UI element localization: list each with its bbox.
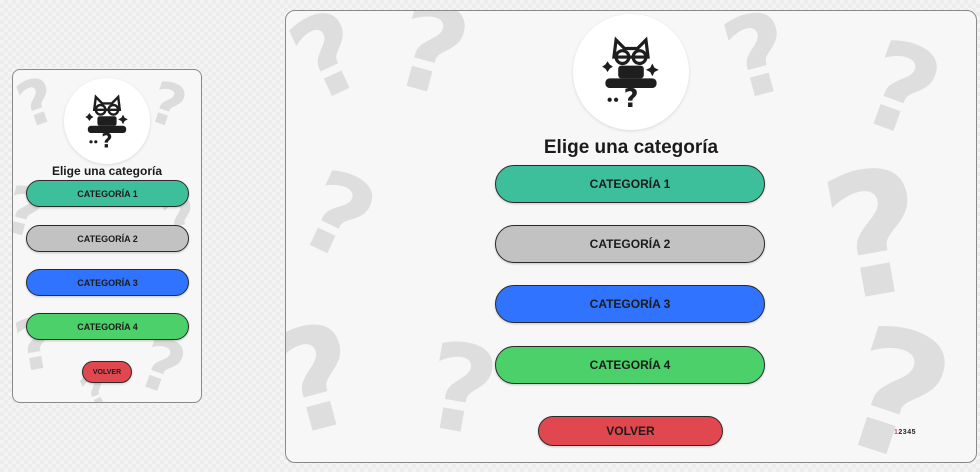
category-4-button[interactable]: CATEGORÍA 4	[26, 313, 189, 340]
category-3-button[interactable]: CATEGORÍA 3	[26, 269, 189, 296]
back-button[interactable]: VOLVER	[538, 416, 723, 446]
question-mark-icon: ?	[809, 129, 942, 343]
back-button[interactable]: VOLVER	[82, 361, 132, 383]
question-mark-icon: ?	[285, 10, 384, 128]
page-title: Elige una categoría	[543, 137, 719, 158]
question-mark-icon: ?	[285, 144, 394, 288]
question-mark-icon: ?	[285, 291, 377, 463]
pagination: 12345	[894, 429, 916, 436]
detective-cat-question-icon: ?	[85, 94, 128, 150]
detective-cat-question-icon: ?	[602, 36, 659, 111]
question-mark-icon: ?	[141, 69, 195, 143]
category-1-button[interactable]: CATEGORÍA 1	[495, 165, 765, 203]
desktop-preview-frame: ? ? ? ? ? ? ? ? ? ? Elige una categoría …	[285, 10, 977, 463]
question-mark-icon: ?	[414, 316, 508, 463]
page-link-5[interactable]: 5	[912, 429, 916, 436]
question-mark-icon: ?	[710, 10, 806, 127]
category-2-button[interactable]: CATEGORÍA 2	[26, 225, 189, 252]
logo: ?	[573, 14, 689, 130]
question-mark-icon: ?	[817, 286, 973, 463]
mobile-preview-frame: ? ? ? ? ? ? ? ? Elige una categoría CATE…	[12, 69, 202, 403]
question-mark-icon: ?	[379, 10, 483, 127]
category-4-button[interactable]: CATEGORÍA 4	[495, 346, 765, 384]
svg-text:?: ?	[101, 129, 112, 150]
page-title: Elige una categoría	[51, 164, 163, 178]
category-1-button[interactable]: CATEGORÍA 1	[26, 180, 189, 207]
category-3-button[interactable]: CATEGORÍA 3	[495, 285, 765, 323]
svg-text:?: ?	[624, 84, 639, 111]
question-mark-icon: ?	[12, 69, 67, 143]
logo: ?	[64, 78, 150, 164]
category-2-button[interactable]: CATEGORÍA 2	[495, 225, 765, 263]
